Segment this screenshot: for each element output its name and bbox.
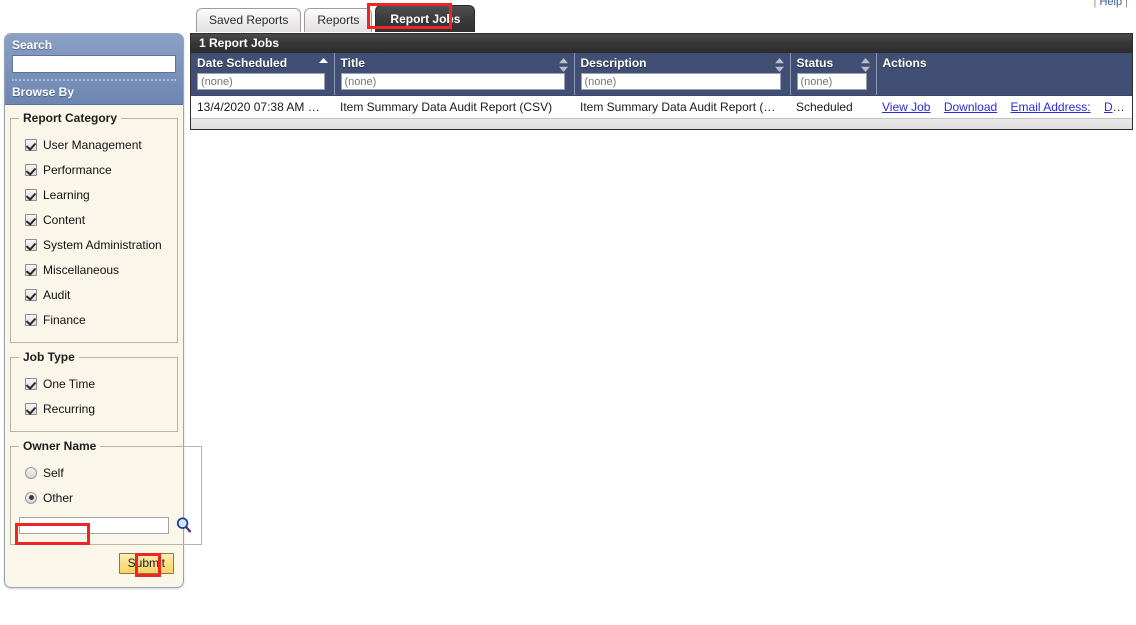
view-job-link[interactable]: View Job	[882, 100, 930, 114]
email-address-link[interactable]: Email Address:	[1011, 100, 1091, 114]
radio-label-self: Self	[43, 465, 64, 480]
sidebar-divider	[12, 79, 176, 81]
cell-date-scheduled: 13/4/2020 07:38 AM UTC	[191, 95, 334, 118]
filter-input-date-scheduled[interactable]	[197, 73, 325, 90]
actions-header-spacer	[883, 70, 1133, 91]
column-label-date-scheduled: Date Scheduled	[197, 56, 288, 70]
help-separator-left: |	[1093, 0, 1097, 8]
owner-name-input[interactable]	[19, 516, 169, 534]
checkbox-row-system-administration[interactable]: System Administration	[25, 234, 171, 255]
search-label: Search	[12, 38, 53, 52]
checkbox-label-content: Content	[43, 212, 86, 227]
table-header-row: Date Scheduled Title	[191, 53, 1132, 96]
checkbox-icon-content[interactable]	[25, 213, 37, 226]
filter-input-title[interactable]	[340, 73, 565, 90]
delete-link[interactable]: Delete	[1104, 100, 1132, 114]
help-separator-right: |	[1125, 0, 1128, 8]
download-link[interactable]: Download	[944, 100, 997, 114]
column-header-title[interactable]: Title	[334, 53, 575, 96]
checkbox-row-miscellaneous[interactable]: Miscellaneous	[25, 259, 171, 280]
checkbox-label-one-time: One Time	[43, 376, 96, 391]
submit-button[interactable]: Submit	[118, 553, 174, 574]
checkbox-icon-finance[interactable]	[25, 313, 37, 326]
report-jobs-table: Date Scheduled Title	[191, 53, 1132, 118]
group-owner-name: Owner Name Self Other	[10, 439, 202, 545]
magnifier-icon[interactable]	[175, 516, 193, 534]
radio-icon-other[interactable]	[25, 491, 37, 504]
group-report-category-legend: Report Category	[23, 111, 118, 125]
help-link[interactable]: Help	[1099, 0, 1122, 8]
column-header-description[interactable]: Description	[574, 53, 791, 96]
browse-sidebar: Search Browse By Report Category User Ma…	[4, 33, 202, 588]
checkbox-label-recurring: Recurring	[43, 401, 96, 416]
checkbox-icon-learning[interactable]	[25, 188, 37, 201]
cell-title: Item Summary Data Audit Report (CSV)	[334, 95, 574, 118]
checkbox-label-audit: Audit	[43, 287, 71, 302]
tab-saved-reports[interactable]: Saved Reports	[196, 8, 302, 32]
checkbox-label-performance: Performance	[43, 162, 112, 177]
submit-row: Submit	[10, 549, 178, 580]
checkbox-row-performance[interactable]: Performance	[25, 159, 171, 180]
tab-report-jobs[interactable]: Report Jobs	[375, 5, 476, 32]
checkbox-icon-system-administration[interactable]	[25, 238, 37, 251]
column-header-status[interactable]: Status	[790, 53, 877, 96]
checkbox-icon-recurring[interactable]	[25, 402, 37, 415]
checkbox-row-user-management[interactable]: User Management	[25, 134, 171, 155]
checkbox-label-system-administration: System Administration	[43, 237, 162, 252]
tab-reports[interactable]: Reports	[304, 8, 373, 32]
help-bar: | Help |	[1094, 0, 1128, 8]
column-label-actions: Actions	[882, 56, 927, 70]
tab-bar: Saved Reports Reports Report Jobs	[196, 2, 478, 32]
checkbox-label-learning: Learning	[43, 187, 90, 202]
owner-name-search-row	[19, 516, 193, 534]
grid-title: 1 Report Jobs	[191, 34, 1132, 53]
cell-actions: View Job Download Email Address: Delete	[876, 95, 1132, 118]
sort-ascending-icon[interactable]	[318, 57, 329, 71]
report-jobs-panel: 1 Report Jobs Date Scheduled (none) Titl…	[190, 33, 1133, 130]
radio-icon-self[interactable]	[25, 466, 37, 479]
checkbox-row-audit[interactable]: Audit	[25, 284, 171, 305]
checkbox-label-miscellaneous: Miscellaneous	[43, 262, 120, 277]
group-job-type: Job Type One Time Recurring	[10, 350, 178, 432]
group-owner-name-legend: Owner Name	[23, 439, 97, 453]
checkbox-label-finance: Finance	[43, 312, 86, 327]
group-report-category: Report Category User Management Performa…	[10, 111, 178, 343]
column-header-actions: Actions	[876, 53, 1132, 96]
search-input[interactable]	[12, 55, 176, 73]
checkbox-icon-performance[interactable]	[25, 163, 37, 176]
sidebar-header: Search Browse By	[5, 34, 183, 105]
checkbox-icon-one-time[interactable]	[25, 377, 37, 390]
radio-row-other[interactable]: Other	[25, 487, 195, 508]
cell-status: Scheduled	[790, 95, 876, 118]
checkbox-icon-miscellaneous[interactable]	[25, 263, 37, 276]
filter-input-status[interactable]	[796, 73, 867, 90]
column-header-date-scheduled[interactable]: Date Scheduled	[191, 53, 335, 96]
checkbox-row-finance[interactable]: Finance	[25, 309, 171, 330]
radio-label-other: Other	[43, 490, 74, 505]
checkbox-icon-user-management[interactable]	[25, 138, 37, 151]
checkbox-label-user-management: User Management	[43, 137, 142, 152]
checkbox-icon-audit[interactable]	[25, 288, 37, 301]
browse-by-label: Browse By	[12, 85, 75, 99]
column-label-description: Description	[580, 56, 647, 70]
grid-footer	[191, 118, 1132, 129]
checkbox-row-recurring[interactable]: Recurring	[25, 398, 171, 419]
radio-row-self[interactable]: Self	[25, 462, 195, 483]
cell-description: Item Summary Data Audit Report (CSV)	[574, 95, 790, 118]
filter-input-description[interactable]	[580, 73, 781, 90]
sidebar-body: Report Category User Management Performa…	[5, 105, 202, 587]
checkbox-row-learning[interactable]: Learning	[25, 184, 171, 205]
group-job-type-legend: Job Type	[23, 350, 75, 364]
checkbox-row-content[interactable]: Content	[25, 209, 171, 230]
checkbox-row-one-time[interactable]: One Time	[25, 373, 171, 394]
column-label-title: Title	[340, 56, 365, 70]
app-root: | Help | Search Browse By Report Categor…	[0, 0, 1136, 625]
table-row[interactable]: 13/4/2020 07:38 AM UTC Item Summary Data…	[191, 95, 1132, 118]
column-label-status: Status	[796, 56, 834, 70]
